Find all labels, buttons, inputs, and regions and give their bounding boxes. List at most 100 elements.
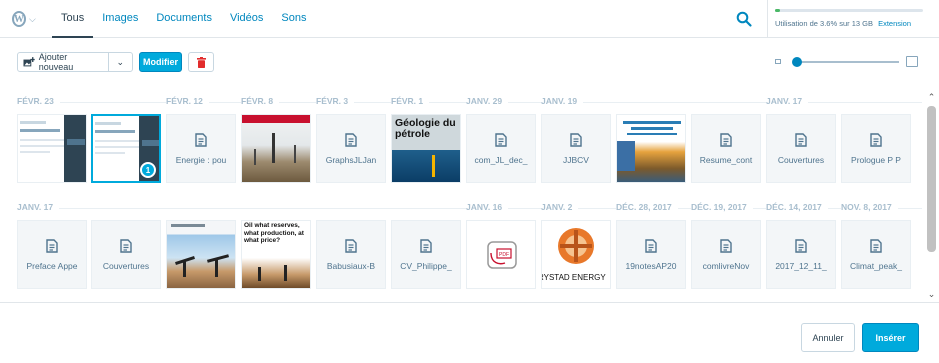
date-group-label: FÉVR. 23 — [17, 96, 60, 106]
media-item-image[interactable]: Oil what reserves, what production, at w… — [241, 220, 311, 289]
media-item-document[interactable]: CV_Philippe_ — [391, 220, 461, 289]
modal-footer — [0, 302, 939, 363]
media-item-filename: 19notesAP20 — [625, 261, 677, 271]
date-group-label: DÉC. 19, 2017 — [691, 202, 753, 212]
media-item-filename: GraphsJLJan — [325, 155, 377, 165]
selection-count-badge: 1 — [140, 162, 156, 178]
media-item-filename: JJBCV — [563, 155, 589, 165]
media-item-filename: CV_Philippe_ — [400, 261, 452, 271]
media-item-filename: Climat_peak_ — [850, 261, 902, 271]
scroll-up-arrow[interactable]: ⌃ — [924, 90, 939, 104]
date-group-label: JANV. 29 — [466, 96, 509, 106]
date-group-label: FÉVR. 8 — [241, 96, 280, 106]
media-item-document[interactable]: comlivreNov — [691, 220, 761, 289]
chevron-down-icon: ⌵ — [29, 13, 36, 24]
tab-documents[interactable]: Documents — [147, 0, 221, 38]
media-item-filename: Energie : pou — [175, 155, 227, 165]
date-group-label: JANV. 17 — [766, 96, 809, 106]
document-icon — [92, 239, 160, 256]
media-item-image[interactable] — [166, 220, 236, 289]
media-item-document[interactable]: Resume_cont — [691, 114, 761, 183]
document-icon — [167, 133, 235, 150]
zoom-slider[interactable] — [773, 55, 921, 69]
upgrade-link[interactable]: Extension — [878, 19, 911, 28]
document-icon — [692, 133, 760, 150]
scrollbar[interactable]: ⌃ ⌄ — [924, 88, 939, 302]
top-bar: W ⌵ Tous Images Documents Vidéos Sons Utilis… — [0, 0, 939, 38]
media-item-filename: 2017_12_11_ — [775, 261, 827, 271]
delete-button[interactable] — [188, 52, 214, 72]
media-item-image[interactable]: PDF — [466, 220, 536, 289]
media-item-document[interactable]: Energie : pou — [166, 114, 236, 183]
scroll-down-arrow[interactable]: ⌄ — [924, 287, 939, 301]
date-group-label: JANV. 2 — [541, 202, 579, 212]
cover-title: Géologie du pétrole — [395, 117, 456, 140]
media-item-image[interactable]: RYSTAD ENERGY — [541, 220, 611, 289]
add-new-dropdown[interactable]: ⌄ — [109, 53, 132, 71]
tab-images[interactable]: Images — [93, 0, 147, 38]
document-icon — [317, 133, 385, 150]
media-item-document[interactable]: com_JL_dec_ — [466, 114, 536, 183]
media-item-filename: com_JL_dec_ — [474, 155, 528, 165]
date-group-label: JANV. 16 — [466, 202, 509, 212]
media-item-filename: Resume_cont — [699, 155, 753, 165]
pdf-label: PDF — [499, 252, 509, 258]
tab-vidéos[interactable]: Vidéos — [221, 0, 272, 38]
site-switcher[interactable]: W ⌵ — [12, 8, 36, 30]
media-item-image[interactable] — [616, 114, 686, 183]
document-icon — [542, 133, 610, 150]
modify-button[interactable]: Modifier — [139, 52, 182, 72]
filter-tabs: Tous Images Documents Vidéos Sons — [52, 0, 315, 38]
media-item-image[interactable] — [17, 114, 87, 183]
wordpress-icon: W — [12, 11, 26, 27]
media-item-image[interactable]: 1 — [91, 114, 161, 183]
insert-button[interactable]: Insérer — [862, 323, 919, 352]
date-group-label: JANV. 17 — [17, 202, 60, 212]
media-item-document[interactable]: Preface Appe — [17, 220, 87, 289]
media-item-document[interactable]: Babusiaux-B — [316, 220, 386, 289]
media-item-filename: Couvertures — [777, 155, 825, 165]
search-icon[interactable] — [735, 10, 753, 28]
media-item-document[interactable]: Climat_peak_ — [841, 220, 911, 289]
date-group-label: DÉC. 14, 2017 — [766, 202, 828, 212]
zoom-track[interactable] — [795, 61, 899, 63]
media-grid: FÉVR. 23 FÉVR. 12 FÉVR. 8 FÉVR. 3 FÉVR. 1 JAN… — [0, 88, 924, 302]
add-image-icon — [23, 57, 35, 67]
media-item-document[interactable]: JJBCV — [541, 114, 611, 183]
zoom-knob[interactable] — [792, 57, 802, 67]
cancel-button[interactable]: Annuler — [801, 323, 855, 352]
media-item-filename: Babusiaux-B — [326, 261, 376, 271]
date-group-label: FÉVR. 12 — [166, 96, 209, 106]
date-group-label: JANV. 19 — [541, 96, 584, 106]
document-icon — [692, 239, 760, 256]
tab-sons[interactable]: Sons — [272, 0, 315, 38]
media-item-document[interactable]: Couvertures — [766, 114, 836, 183]
media-item-image[interactable]: Géologie du pétrole — [391, 114, 461, 183]
document-icon — [767, 239, 835, 256]
media-item-document[interactable]: 19notesAP20 — [616, 220, 686, 289]
media-item-document[interactable]: GraphsJLJan — [316, 114, 386, 183]
large-thumbnail-icon — [906, 56, 918, 67]
media-item-document[interactable]: Couvertures — [91, 220, 161, 289]
media-item-filename: Couvertures — [102, 261, 150, 271]
brand-text: RYSTAD ENERGY — [541, 273, 606, 282]
add-new-button[interactable]: Ajouter nouveau ⌄ — [17, 52, 133, 72]
storage-bar — [775, 9, 923, 12]
add-new-label: Ajouter nouveau — [38, 52, 74, 72]
media-item-image[interactable] — [241, 114, 311, 183]
date-group-label: DÉC. 28, 2017 — [616, 202, 678, 212]
date-group-label: FÉVR. 1 — [391, 96, 430, 106]
chevron-down-icon: ⌄ — [116, 56, 125, 67]
scroll-thumb[interactable] — [927, 106, 936, 252]
document-icon — [317, 239, 385, 256]
media-item-document[interactable]: Prologue P P — [841, 114, 911, 183]
document-icon — [842, 239, 910, 256]
date-group-label: NOV. 8, 2017 — [841, 202, 898, 212]
media-item-filename: comlivreNov — [702, 261, 750, 271]
media-item-document[interactable]: 2017_12_11_ — [766, 220, 836, 289]
tab-tous[interactable]: Tous — [52, 0, 94, 38]
document-icon — [467, 133, 535, 150]
document-icon — [767, 133, 835, 150]
media-item-filename: Prologue P P — [851, 155, 901, 165]
storage-bar-fill — [775, 9, 781, 12]
